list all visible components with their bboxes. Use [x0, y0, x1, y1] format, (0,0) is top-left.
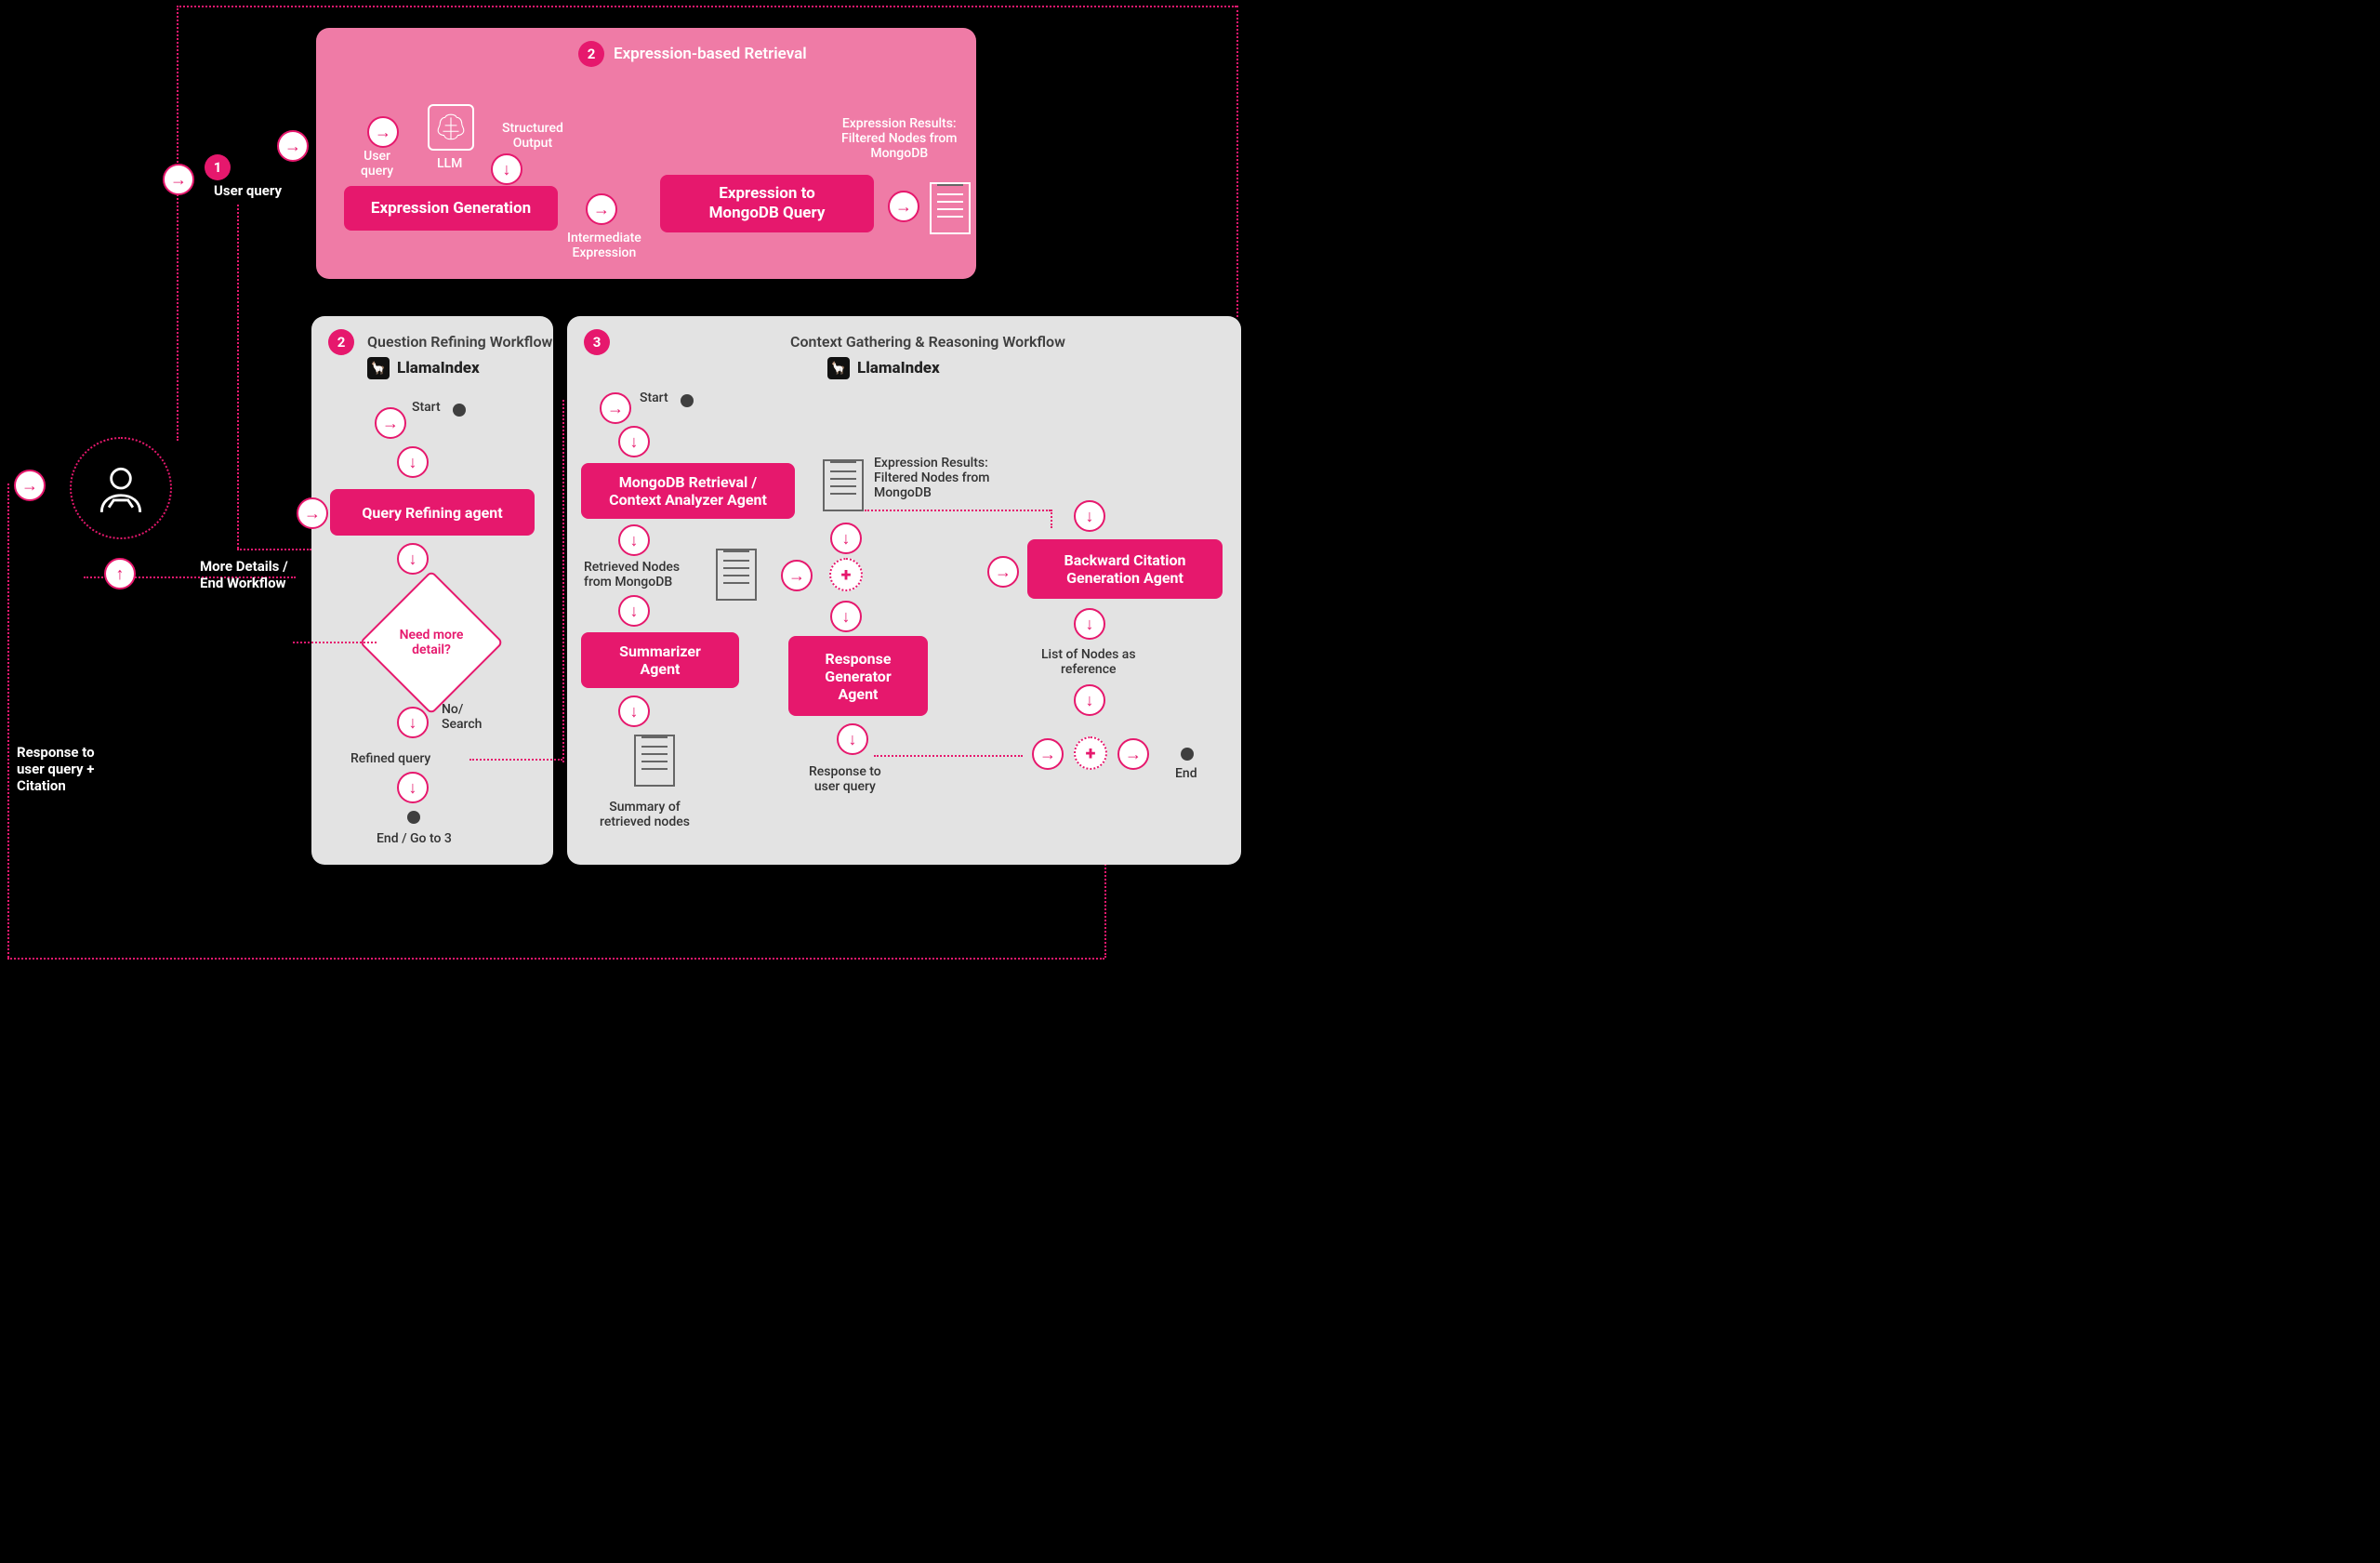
arrow-icon: →	[781, 560, 813, 591]
end-label: End / Go to 3	[377, 831, 452, 846]
arrow-icon: →	[600, 392, 631, 424]
route-line	[177, 6, 1236, 7]
start-label: Start	[640, 391, 668, 405]
document-icon	[930, 182, 971, 234]
no-search-label: No/ Search	[442, 702, 482, 732]
route-response-to-plus	[874, 755, 1023, 757]
route-q-in-h	[237, 549, 311, 550]
end-node	[407, 811, 420, 824]
step-2b-badge: 2	[328, 329, 354, 355]
brain-icon	[428, 104, 474, 151]
arrow-icon: →	[297, 497, 328, 529]
arrow-icon: →	[888, 191, 919, 222]
arrow-icon: ↓	[397, 772, 429, 803]
arrow-icon: →	[367, 116, 399, 148]
refined-query-label: Refined query	[350, 751, 430, 766]
arrow-icon: ↓	[830, 523, 862, 554]
start-node	[681, 394, 694, 407]
document-icon	[716, 549, 757, 601]
arrow-icon: ↓	[397, 543, 429, 575]
user-icon	[70, 437, 172, 539]
plus-combiner: +	[829, 558, 863, 591]
response-generator-agent: Response Generator Agent	[788, 636, 928, 716]
question-refining-panel: 2 Question Refining Workflow 🦙 LlamaInde…	[311, 316, 553, 865]
arrow-icon: ↓	[618, 524, 650, 556]
route-more-details	[293, 642, 377, 643]
arrow-icon: ↓	[1074, 500, 1105, 532]
arrow-icon: →	[1032, 738, 1064, 770]
route-line-top-right	[1236, 6, 1238, 317]
arrow-icon: →	[375, 407, 406, 439]
arrow-icon: ↓	[397, 707, 429, 738]
arrow-icon: ↓	[618, 695, 650, 727]
context-reasoning-panel: 3 Context Gathering & Reasoning Workflow…	[567, 316, 1241, 865]
end-label: End	[1175, 766, 1197, 781]
panel-title: Context Gathering & Reasoning Workflow	[790, 333, 1065, 351]
arrow-icon: ↓	[491, 153, 522, 185]
user-query-label: User query	[361, 149, 393, 179]
expression-generation-box: Expression Generation	[344, 186, 558, 231]
route-line-far-left	[7, 483, 9, 958]
step-3-badge: 3	[584, 329, 610, 355]
query-refining-agent: Query Refining agent	[330, 489, 535, 536]
route-line	[177, 6, 178, 441]
arrow-icon: ↓	[837, 723, 868, 755]
arrow-icon: ↓	[397, 446, 429, 478]
expr-results-label: Expression Results: Filtered Nodes from …	[841, 116, 958, 161]
arrow-icon: →	[14, 470, 46, 501]
document-icon	[823, 459, 864, 511]
response-label: Response to user query	[809, 764, 881, 794]
llamaindex-badge: 🦙 LlamaIndex	[827, 357, 940, 379]
arrow-icon: ↓	[618, 595, 650, 627]
arrow-icon: →	[163, 164, 194, 195]
start-node	[453, 404, 466, 417]
person-icon	[92, 459, 150, 517]
summarizer-agent: Summarizer Agent	[581, 632, 739, 688]
start-label: Start	[412, 400, 441, 415]
decision-need-more-detail: Need more detail?	[359, 570, 504, 715]
step-1-badge: 1	[205, 154, 231, 180]
structured-output-label: Structured Output	[502, 121, 563, 151]
list-nodes-label: List of Nodes as reference	[1041, 647, 1136, 677]
arrow-icon: ↓	[1074, 684, 1105, 716]
llama-icon: 🦙	[827, 357, 850, 379]
expression-to-mongo-box: Expression to MongoDB Query	[660, 175, 874, 232]
step-1-label: User query	[214, 182, 282, 199]
document-icon	[634, 735, 675, 787]
panel-title: Expression-based Retrieval	[614, 45, 807, 63]
arrow-icon: ↓	[830, 601, 862, 632]
arrow-icon: ↓	[1074, 608, 1105, 640]
intermediate-label: Intermediate Expression	[567, 231, 641, 260]
summary-label: Summary of retrieved nodes	[600, 800, 690, 829]
arrow-icon: ↓	[618, 426, 650, 457]
llm-label: LLM	[437, 156, 462, 171]
route-q-in	[237, 205, 239, 549]
llamaindex-badge: 🦙 LlamaIndex	[367, 357, 480, 379]
expression-retrieval-panel: 2 Expression-based Retrieval → User quer…	[316, 28, 976, 279]
route-line-bottom	[7, 958, 1104, 960]
panel-title: Question Refining Workflow	[367, 333, 552, 351]
arrow-icon: ↑	[104, 558, 136, 589]
end-node	[1181, 748, 1194, 761]
expr-results-label-2: Expression Results: Filtered Nodes from …	[874, 456, 990, 500]
response-citation-label: Response to user query + Citation	[17, 744, 95, 794]
route-backward-v	[1051, 510, 1052, 528]
plus-combiner: +	[1074, 736, 1107, 770]
route-refined-to-c	[562, 400, 564, 762]
route-backward-top	[865, 510, 1051, 511]
llama-icon: 🦙	[367, 357, 390, 379]
step-2a-badge: 2	[578, 41, 604, 67]
backward-citation-agent: Backward Citation Generation Agent	[1027, 539, 1223, 599]
retrieved-nodes-label: Retrieved Nodes from MongoDB	[584, 560, 680, 589]
arrow-icon: →	[277, 130, 309, 162]
arrow-icon: →	[987, 556, 1019, 588]
mongodb-retrieval-agent: MongoDB Retrieval / Context Analyzer Age…	[581, 463, 795, 519]
arrow-icon: →	[586, 193, 617, 225]
more-details-label: More Details / End Workflow	[200, 558, 288, 591]
arrow-icon: →	[1117, 738, 1149, 770]
route-refined-out	[469, 759, 562, 761]
